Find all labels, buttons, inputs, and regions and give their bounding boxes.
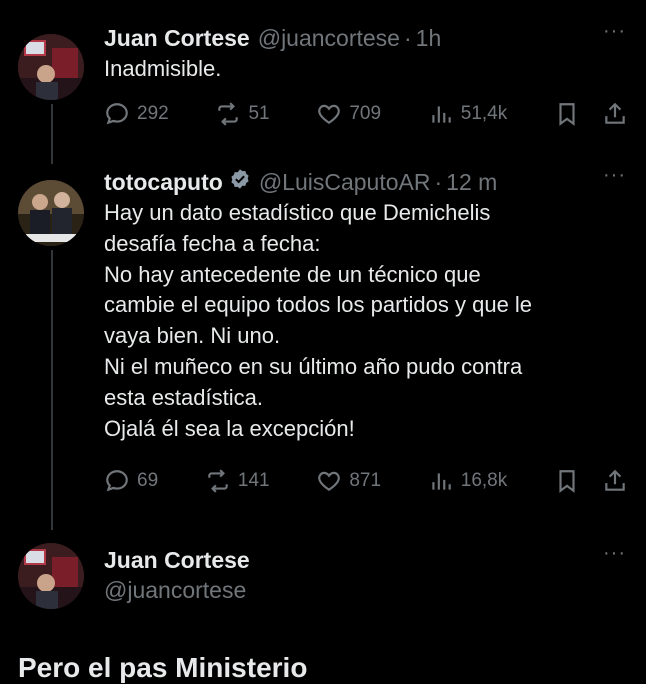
repost-button[interactable]: 141 [205, 468, 270, 494]
bookmark-button[interactable] [554, 468, 580, 494]
bookmark-icon [559, 103, 575, 126]
reply-button[interactable]: 69 [104, 468, 158, 494]
verified-badge-icon [231, 169, 249, 189]
post-text: Inadmisible. [104, 56, 222, 81]
reply-count: 292 [137, 103, 169, 124]
post-text: Hay un dato estadístico que Demichelis d… [104, 200, 533, 441]
avatar[interactable] [18, 543, 84, 609]
repost-button[interactable]: 51 [215, 101, 270, 127]
views-count: 16,8k [460, 470, 508, 491]
post-time[interactable]: 1h [416, 24, 442, 52]
thread-line-1 [51, 104, 53, 164]
reply-count: 69 [137, 470, 159, 491]
share-icon [605, 469, 625, 491]
share-button[interactable] [602, 468, 628, 494]
post-1[interactable]: Juan Cortese @juancortese · 1h ··· Inadm… [104, 21, 626, 85]
views-button[interactable]: 51,4k [428, 101, 507, 127]
reply-header: Juan Cortese [104, 546, 626, 574]
repost-icon [208, 469, 228, 493]
post-header: Juan Cortese @juancortese · 1h [104, 24, 626, 52]
post-extra-actions [554, 101, 628, 127]
author-handle[interactable]: @LuisCaputoAR [259, 168, 431, 196]
views-icon [432, 106, 451, 123]
avatar[interactable] [18, 34, 84, 100]
author-handle[interactable]: @juancortese [258, 24, 400, 52]
separator: · [434, 169, 443, 195]
like-count: 709 [349, 103, 382, 124]
author-name[interactable]: Juan Cortese [104, 546, 250, 574]
reply-icon [106, 103, 128, 125]
post-2[interactable]: totocaputo @LuisCaputoAR · 12 m ··· Hay … [104, 165, 626, 444]
bookmark-icon [559, 470, 575, 493]
bookmark-button[interactable] [554, 101, 580, 127]
like-count: 871 [349, 470, 382, 491]
reply-icon [106, 470, 128, 492]
views-icon [432, 473, 451, 490]
reply-author[interactable]: Juan Cortese @juancortese ··· [104, 543, 626, 604]
post-actions: 69 141 871 16,8k [104, 468, 628, 494]
post-actions: 292 51 709 51,4k [104, 101, 628, 127]
like-button[interactable]: 871 [316, 468, 381, 494]
views-button[interactable]: 16,8k [428, 468, 507, 494]
reply-text-partial: Pero el pas Ministerio [18, 652, 308, 683]
reply-button[interactable]: 292 [104, 101, 169, 127]
like-icon [318, 471, 341, 491]
author-name[interactable]: totocaputo [104, 168, 223, 196]
share-button[interactable] [602, 101, 628, 127]
reply-handle-row: @juancortese [104, 576, 626, 604]
more-icon[interactable]: ··· [603, 165, 626, 185]
post-time[interactable]: 12 m [446, 168, 497, 196]
repost-icon [218, 102, 239, 126]
views-count: 51,4k [460, 103, 508, 124]
post-header: totocaputo @LuisCaputoAR · 12 m [104, 168, 626, 196]
post-extra-actions [554, 468, 628, 494]
separator: · [403, 25, 412, 51]
like-button[interactable]: 709 [316, 101, 381, 127]
author-name[interactable]: Juan Cortese [104, 24, 250, 52]
more-icon[interactable]: ··· [603, 543, 626, 563]
avatar[interactable] [18, 180, 84, 246]
author-handle[interactable]: @juancortese [104, 576, 246, 604]
share-icon [605, 102, 625, 124]
like-icon [318, 104, 341, 124]
repost-count: 141 [237, 470, 270, 491]
repost-count: 51 [248, 103, 270, 124]
thread-line-2 [51, 250, 53, 530]
more-icon[interactable]: ··· [603, 21, 626, 41]
